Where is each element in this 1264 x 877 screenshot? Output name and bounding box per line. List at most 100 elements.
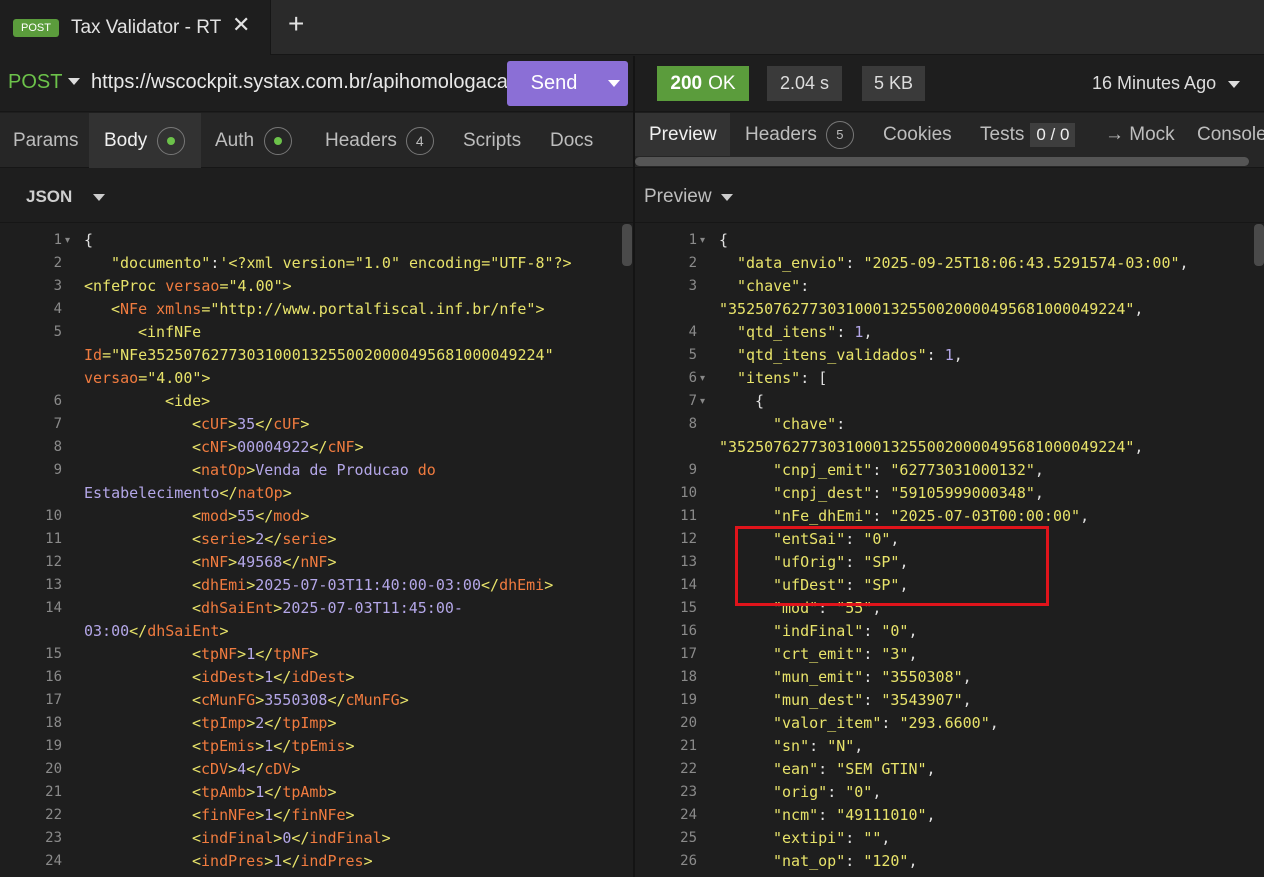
fold-chevron-icon[interactable]: ▾ bbox=[65, 229, 70, 252]
code-text: <tpImp>2</tpImp> bbox=[192, 712, 337, 735]
tab-console[interactable]: Console bbox=[1197, 113, 1264, 156]
code-text: "sn": "N", bbox=[773, 735, 863, 758]
code-text: "qtd_itens": 1, bbox=[737, 321, 872, 344]
code-text: <infNFe bbox=[138, 321, 201, 344]
preview-scrollbar[interactable] bbox=[1254, 224, 1264, 266]
tab-params[interactable]: Params bbox=[13, 113, 78, 168]
code-token: "N" bbox=[827, 737, 855, 755]
line-number: 23 bbox=[45, 830, 62, 846]
code-line: 2 "documento":'<?xml version="1.0" encodi… bbox=[0, 252, 633, 275]
code-token: "indFinal" bbox=[773, 622, 864, 640]
chevron-down-icon[interactable] bbox=[1228, 81, 1240, 88]
line-number: 19 bbox=[45, 738, 62, 754]
tab-docs[interactable]: Docs bbox=[550, 113, 593, 168]
code-token: : bbox=[926, 346, 945, 364]
code-line: 10 "cnpj_dest": "59105999000348", bbox=[635, 482, 1264, 505]
tab-label: Headers bbox=[325, 129, 397, 151]
response-history[interactable]: 16 Minutes Ago bbox=[1092, 73, 1216, 94]
code-token: , bbox=[926, 760, 936, 778]
add-tab-icon[interactable]: + bbox=[288, 8, 304, 40]
code-token: indFinal bbox=[201, 829, 274, 847]
code-token: : bbox=[836, 415, 846, 433]
fold-chevron-icon[interactable]: ▾ bbox=[700, 229, 705, 252]
code-token: "ncm" bbox=[773, 806, 819, 824]
code-token: < bbox=[192, 599, 202, 617]
code-token: < bbox=[192, 576, 202, 594]
editor-scrollbar[interactable] bbox=[622, 224, 632, 266]
code-text: <dhSaiEnt>2025-07-03T11:45:00- bbox=[192, 597, 463, 620]
code-text: "352507627730310001325500200004956810000… bbox=[719, 436, 1143, 459]
send-button[interactable]: Send bbox=[507, 61, 601, 106]
request-tab[interactable]: POST Tax Validator - RT ✕ bbox=[0, 0, 271, 55]
code-token: { bbox=[719, 231, 729, 249]
code-token: > bbox=[228, 553, 238, 571]
code-token: "mun_dest" bbox=[773, 691, 864, 709]
line-number: 24 bbox=[45, 853, 62, 869]
code-token: 0 bbox=[282, 829, 292, 847]
tab-preview[interactable]: Preview bbox=[635, 113, 730, 156]
code-token: , bbox=[1080, 507, 1090, 525]
send-options-button[interactable] bbox=[601, 61, 628, 106]
tab-cookies[interactable]: Cookies bbox=[883, 113, 952, 156]
request-body-editor[interactable]: 1 ▾{2 "documento":'<?xml version="1.0" enc… bbox=[0, 224, 633, 877]
code-token: serie bbox=[282, 530, 328, 548]
close-icon[interactable]: ✕ bbox=[232, 12, 250, 38]
code-text: "chave": bbox=[737, 275, 809, 298]
body-format-select[interactable]: JSON bbox=[26, 187, 72, 207]
line-number: 1 bbox=[688, 232, 697, 248]
tab-auth[interactable]: Auth bbox=[215, 113, 293, 168]
tab-response-headers[interactable]: Headers 5 bbox=[745, 113, 854, 156]
code-token: 2 bbox=[255, 530, 265, 548]
chevron-down-icon[interactable] bbox=[721, 194, 733, 201]
code-token: 1 bbox=[255, 783, 265, 801]
code-token: "62773031000132" bbox=[890, 461, 1035, 479]
code-token: > bbox=[273, 599, 283, 617]
line-number: 23 bbox=[680, 784, 697, 800]
code-line: 23 <indFinal>0</indFinal> bbox=[0, 827, 633, 850]
code-token: Id bbox=[84, 346, 103, 364]
url-input[interactable]: https://wscockpit.systax.com.br/apihomol… bbox=[91, 71, 509, 94]
preview-mode-select[interactable]: Preview bbox=[644, 186, 712, 208]
code-line: "352507627730310001325500200004956810000… bbox=[635, 436, 1264, 459]
tab-body[interactable]: Body bbox=[89, 113, 201, 168]
code-token: "nat_op" bbox=[773, 852, 846, 870]
code-text: "valor_item": "293.6600", bbox=[773, 712, 999, 735]
code-text: <cDV>4</cDV> bbox=[192, 758, 300, 781]
code-token: Estabelecimento bbox=[84, 484, 220, 502]
code-line: 16 "indFinal": "0", bbox=[635, 620, 1264, 643]
code-token: "" bbox=[863, 829, 882, 847]
code-text: Estabelecimento</natOp> bbox=[84, 482, 292, 505]
code-token: 1 bbox=[264, 737, 274, 755]
code-token: , bbox=[863, 323, 873, 341]
code-token: </ bbox=[481, 576, 500, 594]
tab-mock[interactable]: → Mock bbox=[1105, 113, 1175, 156]
chevron-down-icon[interactable] bbox=[93, 194, 105, 201]
line-number: 15 bbox=[45, 646, 62, 662]
code-token: < bbox=[192, 507, 202, 525]
code-text: "cnpj_dest": "59105999000348", bbox=[773, 482, 1044, 505]
code-token: , bbox=[881, 829, 891, 847]
code-token: > bbox=[255, 806, 265, 824]
code-line: 18 <tpImp>2</tpImp> bbox=[0, 712, 633, 735]
code-token: ="4.00"> bbox=[219, 277, 292, 295]
code-line: 1 ▾ { bbox=[635, 229, 1264, 252]
line-number: 5 bbox=[53, 324, 62, 340]
code-token: idDest bbox=[201, 668, 256, 686]
chevron-down-icon[interactable] bbox=[68, 78, 80, 85]
method-select[interactable]: POST bbox=[8, 71, 62, 94]
fold-chevron-icon[interactable]: ▾ bbox=[700, 390, 705, 413]
tab-label: → Mock bbox=[1105, 123, 1175, 145]
code-token: NFe bbox=[120, 300, 157, 318]
code-token: indFinal bbox=[309, 829, 382, 847]
code-token: < bbox=[192, 737, 202, 755]
code-text: "orig": "0", bbox=[773, 781, 881, 804]
tab-headers[interactable]: Headers 4 bbox=[325, 113, 434, 168]
code-token: > bbox=[228, 415, 238, 433]
code-text: "indFinal": "0", bbox=[773, 620, 918, 643]
tab-tests[interactable]: Tests 0 / 0 bbox=[980, 113, 1076, 156]
code-token: <infNFe bbox=[138, 323, 202, 341]
fold-chevron-icon[interactable]: ▾ bbox=[700, 367, 705, 390]
line-number: 16 bbox=[680, 623, 697, 639]
tabs-scrollbar[interactable] bbox=[635, 157, 1249, 166]
tab-scripts[interactable]: Scripts bbox=[463, 113, 521, 168]
